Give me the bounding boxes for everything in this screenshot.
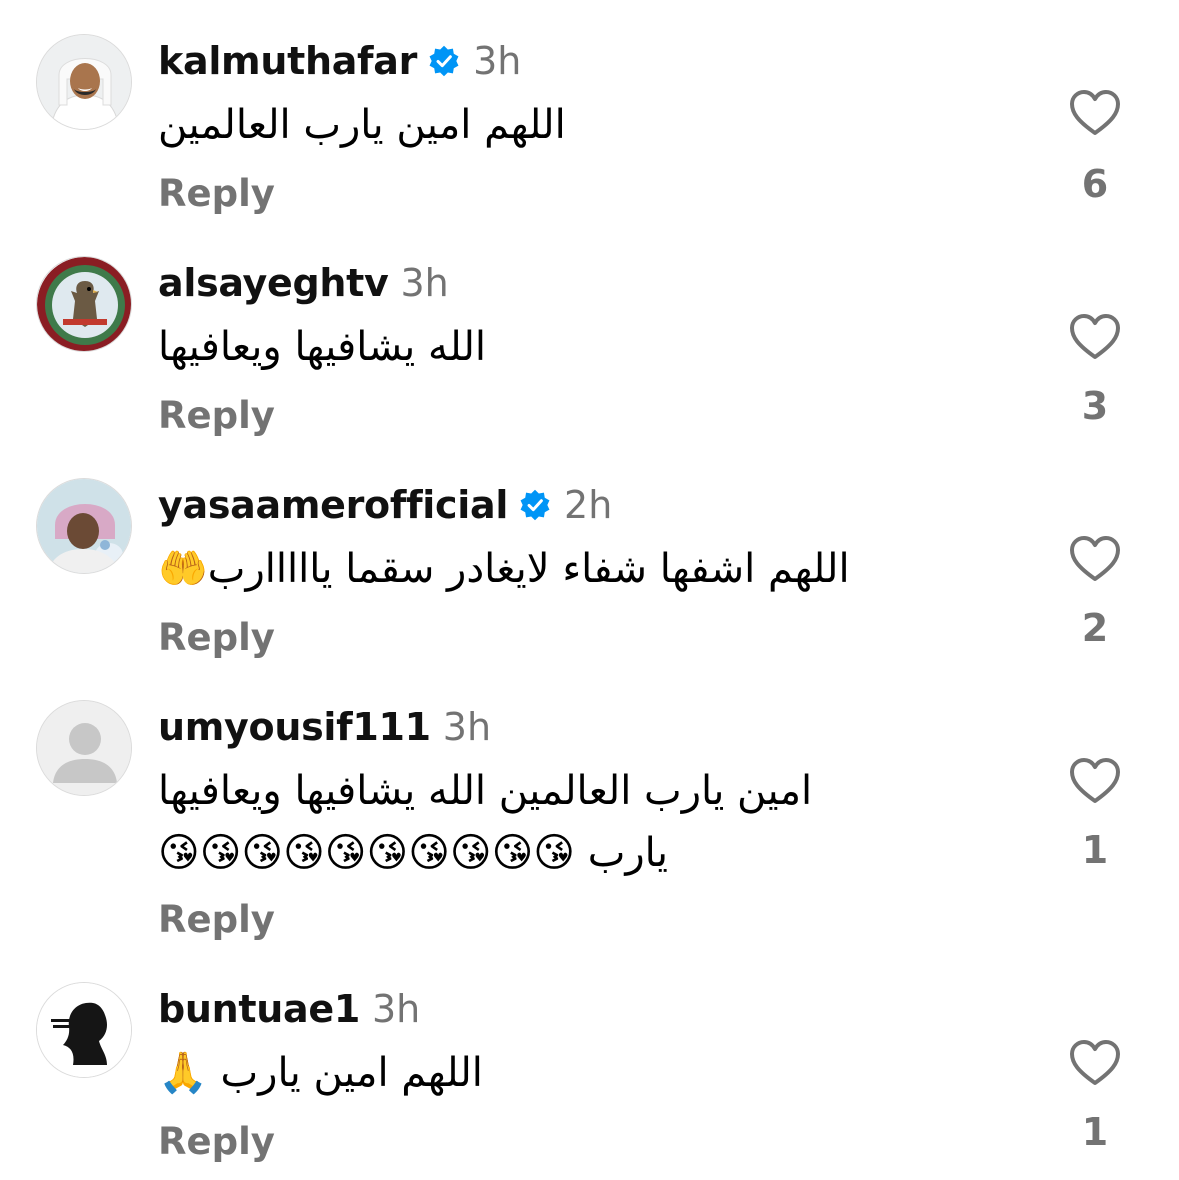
timestamp: 3h (371, 987, 421, 1031)
reply-button[interactable]: Reply (158, 394, 275, 437)
user-avatar[interactable] (36, 34, 132, 130)
heart-icon[interactable] (1068, 312, 1122, 362)
comment-text: اللهم امين يارب العالمين (158, 102, 566, 148)
person-photo-avatar-icon (37, 35, 131, 129)
user-avatar[interactable] (36, 478, 132, 574)
reply-button[interactable]: Reply (158, 898, 275, 941)
silhouette-avatar-icon (37, 983, 131, 1077)
falcon-logo-avatar-icon (37, 257, 131, 351)
verified-badge-icon (429, 45, 459, 77)
verified-badge-icon (520, 489, 550, 521)
comment-header: buntuae1 3h (158, 984, 420, 1034)
heart-icon[interactable] (1068, 1038, 1122, 1088)
person-photo-avatar-icon (37, 479, 131, 573)
comment-header: umyousif111 3h (158, 702, 491, 752)
reply-button[interactable]: Reply (158, 616, 275, 659)
comment-header: yasaamerofficial 2h (158, 480, 612, 530)
like-count: 2 (1081, 606, 1109, 650)
reply-button[interactable]: Reply (158, 172, 275, 215)
username[interactable]: buntuae1 (158, 987, 360, 1031)
user-avatar[interactable] (36, 700, 132, 796)
comment-header: kalmuthafar 3h (158, 36, 521, 86)
username[interactable]: yasaamerofficial (158, 483, 508, 527)
like-count: 1 (1081, 828, 1109, 872)
username[interactable]: umyousif111 (158, 705, 431, 749)
timestamp: 3h (400, 261, 449, 305)
like-count: 3 (1081, 384, 1109, 428)
comment-text: اللهم اشفها شفاء لايغادر سقما يااااارب🤲 (158, 546, 850, 592)
like-count: 1 (1081, 1110, 1109, 1154)
comment-text-line: يارب 😘😘😘😘😘😘😘😘😘😘 (158, 830, 668, 876)
username[interactable]: alsayeghtv (158, 261, 389, 305)
comment-text-line: امين يارب العالمين الله يشافيها ويعافيها (158, 768, 813, 814)
heart-icon[interactable] (1068, 534, 1122, 584)
user-avatar[interactable] (36, 982, 132, 1078)
heart-icon[interactable] (1068, 88, 1122, 138)
comment-text: اللهم امين يارب 🙏 (158, 1050, 483, 1096)
comment-header: alsayeghtv 3h (158, 258, 449, 308)
default-user-avatar-icon (37, 701, 131, 795)
timestamp: 3h (473, 39, 522, 83)
user-avatar[interactable] (36, 256, 132, 352)
comment-text: الله يشافيها ويعافيها (158, 324, 486, 370)
username[interactable]: kalmuthafar (158, 39, 417, 83)
heart-icon[interactable] (1068, 756, 1122, 806)
timestamp: 2h (564, 483, 613, 527)
timestamp: 3h (442, 705, 492, 749)
reply-button[interactable]: Reply (158, 1120, 275, 1163)
like-count: 6 (1081, 162, 1109, 206)
